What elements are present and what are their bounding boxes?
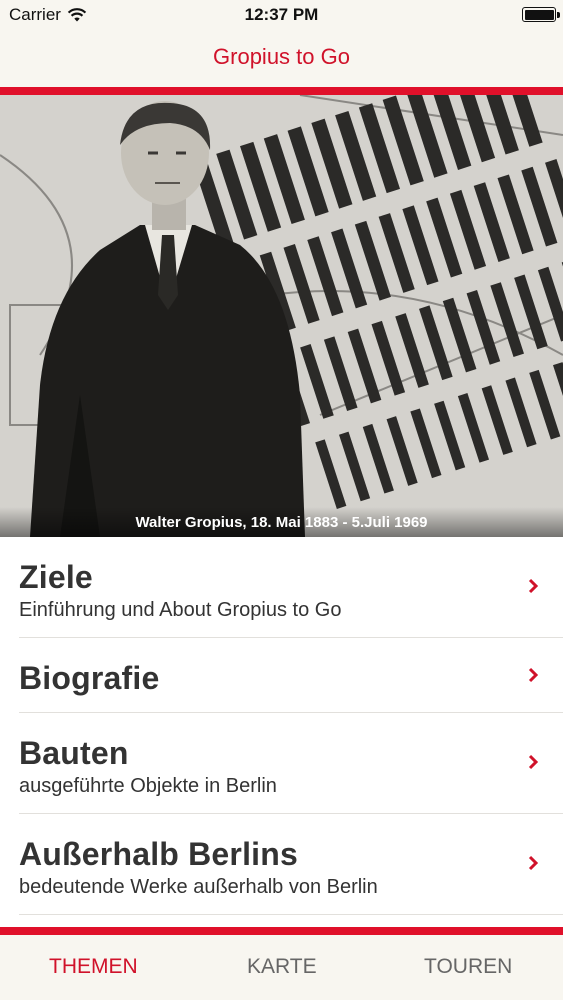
hero-photo: Walter Gropius, 18. Mai 1883 - 5.Juli 19… [0, 95, 563, 537]
chevron-right-icon [528, 754, 539, 770]
list-item-bauten[interactable]: Bauten ausgeführte Objekte in Berlin [0, 713, 563, 814]
app-title: Gropius to Go [213, 44, 350, 69]
list-item-subtitle: bedeutende Werke außerhalb von Berlin [19, 876, 378, 898]
list-item-title: Ziele [19, 559, 93, 595]
chevron-right-icon [528, 578, 539, 594]
portrait-illustration [0, 95, 563, 537]
list-divider [19, 914, 563, 915]
list-item-title: Bauten [19, 735, 129, 771]
tab-touren[interactable]: TOUREN [424, 955, 512, 979]
list-item-title: Biografie [19, 660, 160, 696]
tab-karte[interactable]: KARTE [247, 955, 317, 979]
chevron-right-icon [528, 667, 539, 683]
chevron-right-icon [528, 855, 539, 871]
list-item-title: Außerhalb Berlins [19, 836, 299, 872]
list-item-ausserhalb-berlins[interactable]: Außerhalb Berlins bedeutende Werke außer… [0, 814, 563, 914]
list-item-ziele[interactable]: Ziele Einführung und About Gropius to Go [0, 537, 563, 638]
status-bar: Carrier 12:37 PM [0, 0, 563, 30]
topics-list: Ziele Einführung und About Gropius to Go… [0, 537, 563, 927]
tab-themen[interactable]: THEMEN [49, 955, 138, 979]
clock: 12:37 PM [244, 5, 319, 24]
list-item-biografie[interactable]: Biografie [0, 638, 563, 713]
navigation-bar: Gropius to Go [0, 30, 563, 87]
list-item-subtitle: Einführung und About Gropius to Go [19, 599, 342, 621]
battery-icon [522, 7, 560, 22]
tabbar-accent-rule [0, 927, 563, 935]
list-item-subtitle: ausgeführte Objekte in Berlin [19, 775, 277, 797]
tab-bar: THEMEN KARTE TOUREN [0, 935, 563, 1000]
header-accent-rule [0, 87, 563, 95]
photo-caption: Walter Gropius, 18. Mai 1883 - 5.Juli 19… [0, 507, 563, 537]
